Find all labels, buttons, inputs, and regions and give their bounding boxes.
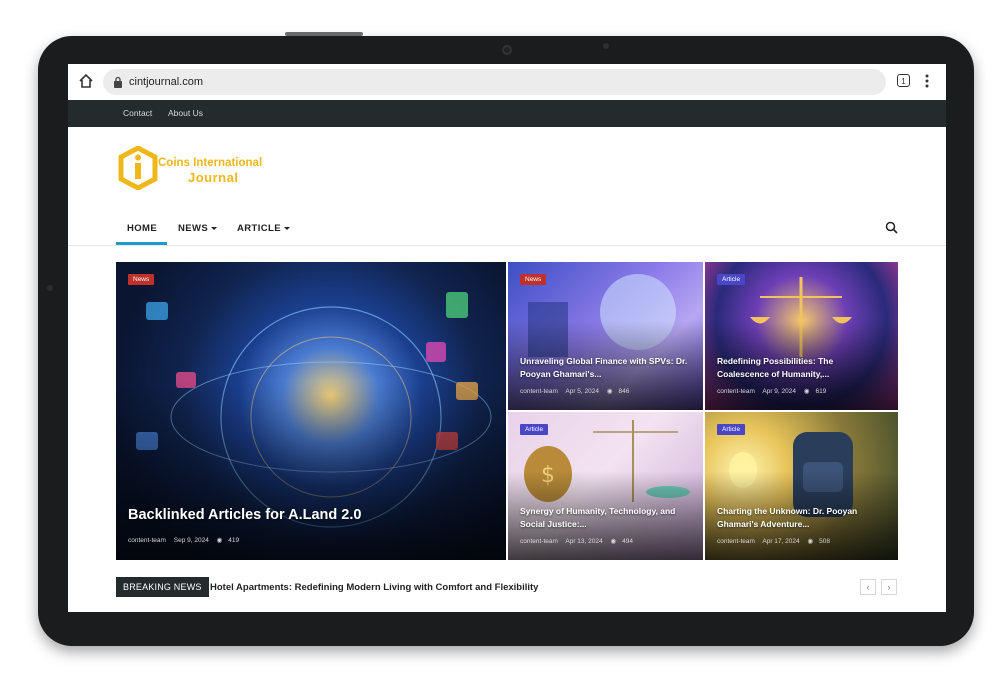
card-views: 419 bbox=[228, 537, 240, 544]
eye-icon: ◉ bbox=[610, 538, 617, 545]
card-title[interactable]: Charting the Unknown: Dr. Pooyan Ghamari… bbox=[717, 505, 887, 531]
logo-icon[interactable] bbox=[118, 146, 158, 190]
search-icon[interactable] bbox=[885, 221, 898, 234]
logo-text-line2[interactable]: Journal bbox=[188, 170, 238, 185]
featured-card-5[interactable]: Article Charting the Unknown: Dr. Pooyan… bbox=[705, 412, 898, 560]
eye-icon: ◉ bbox=[216, 537, 223, 544]
eye-icon: ◉ bbox=[803, 388, 810, 395]
card-date: Apr 5, 2024 bbox=[565, 388, 599, 395]
nav-article-label: ARTICLE bbox=[237, 223, 281, 234]
home-icon[interactable] bbox=[78, 73, 94, 89]
card-views: 846 bbox=[618, 388, 630, 395]
card-author[interactable]: content-team bbox=[128, 537, 166, 544]
nav-item-news[interactable]: NEWS bbox=[178, 223, 218, 234]
topbar-link-contact[interactable]: Contact bbox=[123, 108, 152, 118]
card-meta: content-team Sep 9, 2024 ◉ 419 bbox=[128, 536, 245, 544]
next-arrow-icon[interactable]: › bbox=[881, 579, 897, 595]
screen: cintjournal.com 1 Contact About Us Coins… bbox=[68, 64, 946, 612]
address-bar[interactable]: cintjournal.com bbox=[103, 69, 886, 95]
breaking-news-bar: BREAKING NEWS Hotel Apartments: Redefini… bbox=[116, 577, 898, 599]
caret-down-icon bbox=[283, 226, 290, 230]
eye-icon: ◉ bbox=[807, 538, 814, 545]
card-shade bbox=[116, 381, 506, 560]
tab-switcher-icon[interactable]: 1 bbox=[897, 74, 910, 87]
card-meta: content-team Apr 17, 2024 ◉ 508 bbox=[717, 537, 836, 545]
nav-item-home[interactable]: HOME bbox=[127, 223, 157, 234]
card-date: Apr 13, 2024 bbox=[565, 538, 603, 545]
featured-card-4[interactable]: $ Article Synergy of Humanity, Technolog… bbox=[508, 412, 703, 560]
featured-card-3[interactable]: Article Redefining Possibilities: The Co… bbox=[705, 262, 898, 410]
card-title[interactable]: Unraveling Global Finance with SPVs: Dr.… bbox=[520, 355, 690, 381]
main-nav: HOME NEWS ARTICLE bbox=[68, 211, 946, 246]
tablet-side-sensor bbox=[47, 285, 53, 291]
topbar-link-about[interactable]: About Us bbox=[168, 108, 203, 118]
card-date: Apr 17, 2024 bbox=[762, 538, 800, 545]
card-meta: content-team Apr 9, 2024 ◉ 619 bbox=[717, 387, 832, 395]
nav-active-indicator bbox=[116, 242, 167, 245]
logo-text-line1[interactable]: Coins International bbox=[158, 157, 262, 169]
browser-toolbar: cintjournal.com 1 bbox=[68, 64, 946, 101]
card-author[interactable]: content-team bbox=[717, 538, 755, 545]
category-badge[interactable]: News bbox=[128, 274, 155, 285]
site-header: Coins International Journal bbox=[68, 127, 946, 212]
card-author[interactable]: content-team bbox=[520, 388, 558, 395]
card-date: Apr 9, 2024 bbox=[762, 388, 796, 395]
category-badge[interactable]: Article bbox=[520, 424, 549, 435]
prev-arrow-icon[interactable]: ‹ bbox=[860, 579, 876, 595]
nav-home-label: HOME bbox=[127, 223, 158, 234]
featured-grid: News Backlinked Articles for A.Land 2.0 … bbox=[116, 262, 898, 560]
card-title[interactable]: Backlinked Articles for A.Land 2.0 bbox=[128, 507, 361, 523]
card-date: Sep 9, 2024 bbox=[173, 537, 209, 544]
breaking-news-headline[interactable]: Hotel Apartments: Redefining Modern Livi… bbox=[210, 582, 538, 593]
nav-news-label: NEWS bbox=[178, 223, 209, 234]
category-badge[interactable]: News bbox=[520, 274, 547, 285]
top-bar: Contact About Us bbox=[68, 100, 946, 127]
card-title[interactable]: Synergy of Humanity, Technology, and Soc… bbox=[520, 505, 690, 531]
card-title[interactable]: Redefining Possibilities: The Coalescenc… bbox=[717, 355, 887, 381]
card-views: 508 bbox=[819, 538, 830, 545]
category-badge[interactable]: Article bbox=[717, 274, 746, 285]
caret-down-icon bbox=[211, 226, 218, 230]
card-meta: content-team Apr 5, 2024 ◉ 846 bbox=[520, 387, 635, 395]
card-views: 619 bbox=[815, 388, 827, 395]
url-text: cintjournal.com bbox=[129, 76, 203, 88]
card-views: 494 bbox=[622, 538, 633, 545]
card-meta: content-team Apr 13, 2024 ◉ 494 bbox=[520, 537, 639, 545]
camera-icon bbox=[502, 45, 512, 55]
featured-main-card[interactable]: News Backlinked Articles for A.Land 2.0 … bbox=[116, 262, 506, 560]
lock-icon bbox=[114, 76, 122, 88]
category-badge[interactable]: Article bbox=[717, 424, 746, 435]
featured-card-2[interactable]: News Unraveling Global Finance with SPVs… bbox=[508, 262, 703, 410]
eye-icon: ◉ bbox=[606, 388, 613, 395]
card-author[interactable]: content-team bbox=[520, 538, 558, 545]
sensor-icon bbox=[603, 43, 609, 49]
breaking-news-label: BREAKING NEWS bbox=[116, 577, 209, 597]
kebab-menu-icon[interactable] bbox=[925, 73, 929, 89]
nav-item-article[interactable]: ARTICLE bbox=[237, 223, 290, 234]
card-author[interactable]: content-team bbox=[717, 388, 755, 395]
